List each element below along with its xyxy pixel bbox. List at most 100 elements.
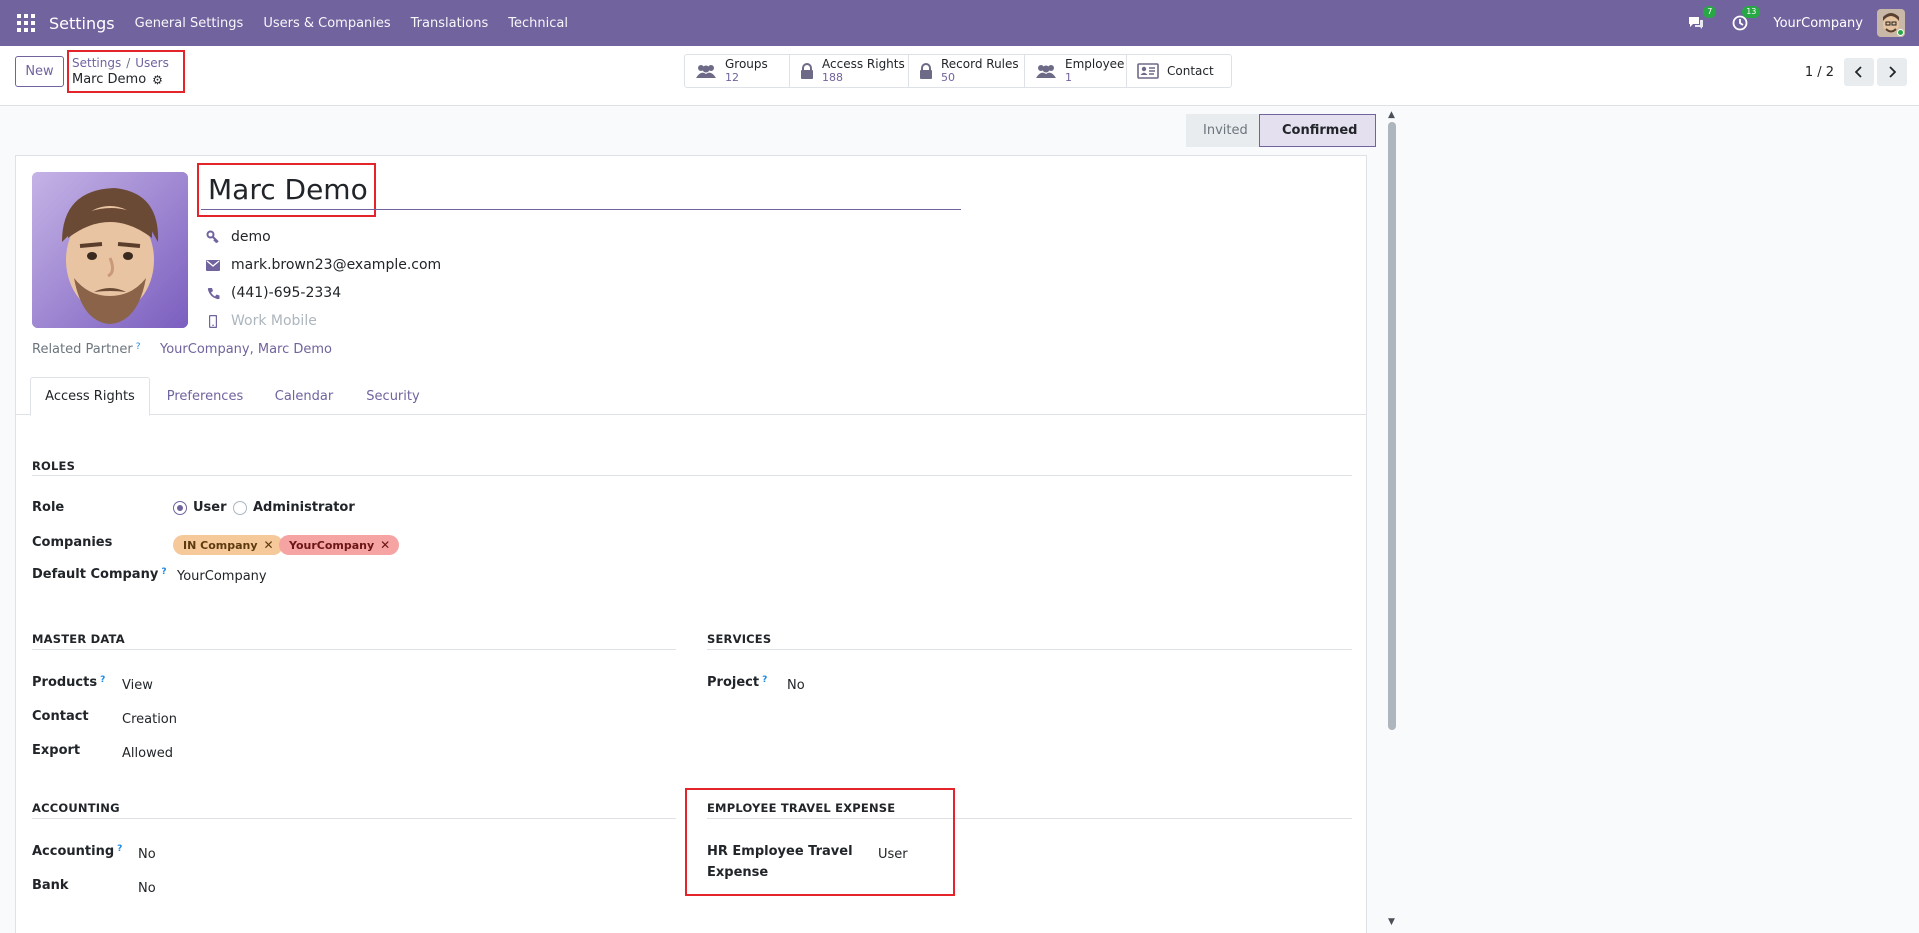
email-row: mark.brown23@example.com — [205, 257, 441, 273]
login-field[interactable]: demo — [231, 229, 271, 245]
bank-label: Bank — [32, 878, 69, 893]
smart-button-label: Groups — [725, 57, 768, 71]
groups-smart-button[interactable]: Groups 12 — [685, 55, 790, 87]
services-divider — [707, 649, 1352, 650]
radio-label: Administrator — [253, 500, 355, 515]
help-tooltip-icon[interactable]: ? — [136, 342, 141, 352]
scroll-down-arrow-icon[interactable]: ▼ — [1388, 917, 1395, 927]
tab-calendar[interactable]: Calendar — [260, 377, 348, 416]
help-tooltip-icon[interactable]: ? — [762, 675, 767, 685]
top-navbar: Settings General Settings Users & Compan… — [0, 0, 1919, 46]
smart-button-label: Employee — [1065, 57, 1125, 71]
smart-button-label: Contact — [1167, 63, 1214, 78]
status-bar: Invited Confirmed — [1186, 114, 1377, 147]
products-label: Products? — [32, 675, 105, 690]
company-switcher[interactable]: YourCompany — [1773, 16, 1863, 31]
mobile-icon — [205, 314, 221, 328]
tab-access-rights[interactable]: Access Rights — [30, 377, 150, 416]
smart-button-value: 188 — [822, 71, 843, 84]
radio-checked-icon — [173, 500, 187, 515]
help-tooltip-icon[interactable]: ? — [161, 567, 166, 577]
roles-divider — [32, 475, 1352, 476]
status-confirmed[interactable]: Confirmed — [1259, 114, 1377, 147]
contact-label: Contact — [32, 709, 89, 724]
login-row: demo — [205, 229, 271, 245]
user-name-field[interactable]: Marc Demo — [208, 173, 368, 206]
gear-icon[interactable]: ⚙ — [152, 73, 163, 87]
phone-field[interactable]: (441)-695-2334 — [231, 285, 341, 301]
pager-value[interactable]: 1 / 2 — [1805, 65, 1834, 80]
breadcrumb-users-link[interactable]: Users — [135, 56, 169, 70]
related-partner-label: Related Partner? — [32, 342, 141, 357]
pager-previous-button[interactable] — [1844, 58, 1874, 86]
related-partner-link[interactable]: YourCompany, Marc Demo — [160, 342, 332, 357]
lock-icon — [800, 63, 814, 79]
project-field[interactable]: No — [787, 678, 805, 693]
master-data-section-title: MASTER DATA — [32, 632, 125, 646]
accounting-label: Accounting? — [32, 844, 122, 859]
travel-expense-highlight-box — [685, 788, 955, 896]
contact-field[interactable]: Creation — [122, 712, 177, 727]
pager: 1 / 2 — [1805, 58, 1919, 86]
record-rules-smart-button[interactable]: Record Rules 50 — [909, 55, 1025, 87]
scrollbar-thumb[interactable] — [1388, 122, 1396, 730]
user-photo-image — [32, 172, 188, 328]
default-company-field[interactable]: YourCompany — [177, 569, 267, 584]
help-tooltip-icon[interactable]: ? — [100, 675, 105, 685]
role-user-radio[interactable]: User — [173, 500, 227, 515]
menu-general-settings[interactable]: General Settings — [135, 16, 244, 31]
mobile-row: Work Mobile — [205, 313, 317, 329]
help-tooltip-icon[interactable]: ? — [117, 844, 122, 854]
online-status-dot — [1897, 29, 1904, 36]
employee-smart-button[interactable]: Employee 1 — [1025, 55, 1127, 87]
user-photo[interactable] — [32, 172, 188, 328]
smart-button-label: Access Rights — [822, 57, 905, 71]
export-label: Export — [32, 743, 81, 758]
default-company-label-text: Default Company — [32, 567, 159, 582]
activities-button[interactable]: 13 — [1729, 6, 1761, 34]
app-brand[interactable]: Settings — [49, 14, 115, 33]
accounting-field[interactable]: No — [138, 847, 156, 862]
accounting-section-title: ACCOUNTING — [32, 801, 120, 815]
chevron-right-icon — [1889, 66, 1896, 78]
company-tag-label: YourCompany — [289, 538, 375, 552]
tab-security[interactable]: Security — [348, 377, 438, 416]
remove-tag-icon[interactable]: ✕ — [380, 538, 390, 552]
smart-button-value: 12 — [725, 71, 739, 84]
control-panel: New Settings / Users Marc Demo ⚙ Groups 12 … — [0, 46, 1919, 106]
status-invited[interactable]: Invited — [1186, 114, 1259, 147]
messaging-button[interactable]: 7 — [1685, 6, 1717, 34]
chevron-left-icon — [1855, 66, 1862, 78]
menu-translations[interactable]: Translations — [411, 16, 489, 31]
messages-count-badge: 7 — [1703, 6, 1717, 18]
tab-preferences[interactable]: Preferences — [150, 377, 260, 416]
pager-next-button[interactable] — [1877, 58, 1907, 86]
mobile-field[interactable]: Work Mobile — [231, 313, 317, 329]
export-field[interactable]: Allowed — [122, 746, 173, 761]
name-field-underline — [201, 209, 961, 210]
smart-button-value: 1 — [1065, 71, 1072, 84]
project-label: Project? — [707, 675, 767, 690]
master-data-divider — [32, 649, 676, 650]
menu-users-companies[interactable]: Users & Companies — [263, 16, 390, 31]
menu-technical[interactable]: Technical — [508, 16, 568, 31]
roles-section-title: ROLES — [32, 459, 76, 473]
remove-tag-icon[interactable]: ✕ — [264, 538, 274, 552]
envelope-icon — [205, 259, 221, 271]
smart-button-value: 50 — [941, 71, 955, 84]
apps-menu-icon[interactable] — [17, 14, 35, 32]
access-rights-smart-button[interactable]: Access Rights 188 — [790, 55, 909, 87]
email-field[interactable]: mark.brown23@example.com — [231, 257, 441, 273]
role-administrator-radio[interactable]: Administrator — [233, 500, 355, 515]
key-icon — [205, 230, 221, 244]
users-icon — [695, 63, 717, 79]
bank-field[interactable]: No — [138, 881, 156, 896]
breadcrumb-settings-link[interactable]: Settings — [72, 56, 121, 70]
new-button[interactable]: New — [15, 56, 64, 87]
contact-smart-button[interactable]: Contact — [1127, 55, 1231, 87]
scroll-up-arrow-icon[interactable]: ▲ — [1388, 110, 1395, 120]
phone-row: (441)-695-2334 — [205, 285, 341, 301]
products-field[interactable]: View — [122, 678, 153, 693]
company-tag: YourCompany ✕ — [279, 535, 400, 555]
user-avatar[interactable] — [1877, 9, 1905, 37]
